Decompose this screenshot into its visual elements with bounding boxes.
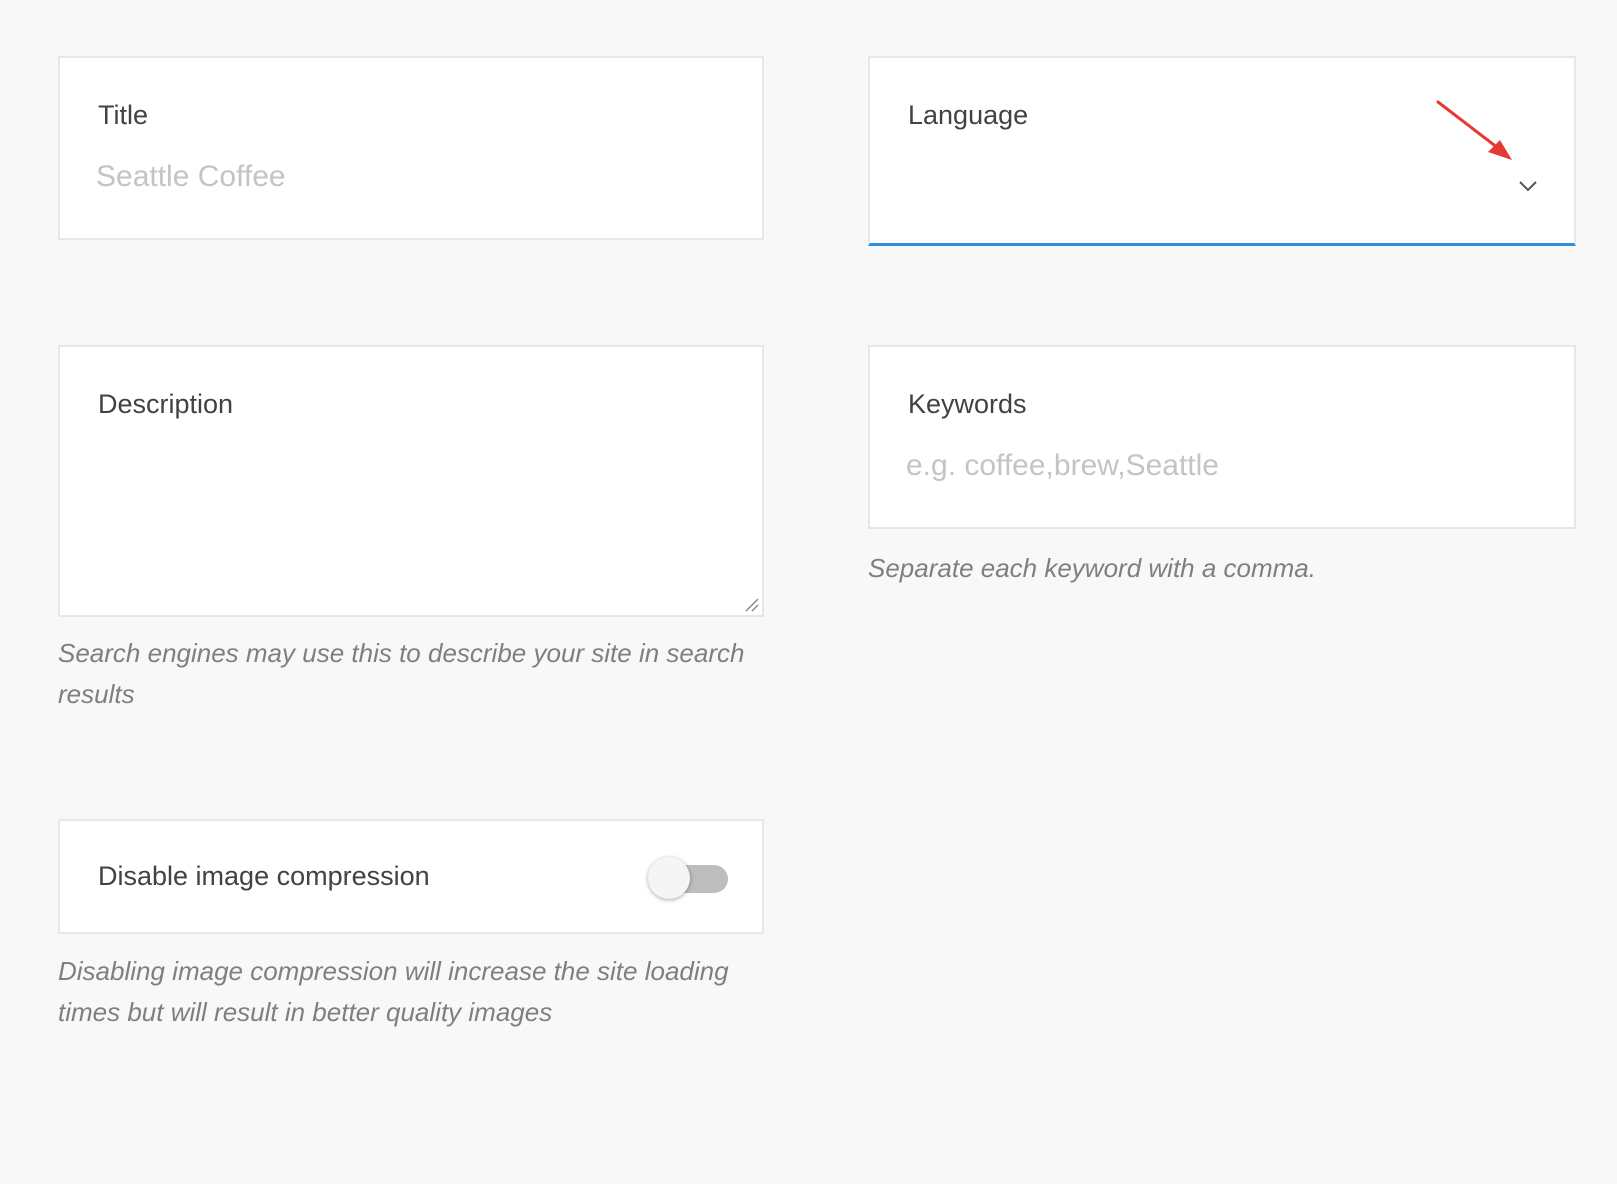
keywords-help-text: Separate each keyword with a comma. (868, 553, 1316, 583)
description-field-card: Description (58, 345, 764, 617)
title-field-card: Title (58, 56, 764, 240)
toggle-knob (648, 857, 690, 899)
image-compression-card: Disable image compression (58, 819, 764, 934)
keywords-label: Keywords (908, 389, 1027, 419)
image-compression-label: Disable image compression (98, 861, 430, 891)
image-compression-toggle[interactable] (648, 857, 730, 899)
title-input[interactable] (96, 160, 716, 194)
language-label: Language (908, 100, 1029, 130)
keywords-field-card: Keywords (868, 345, 1576, 529)
resize-handle-icon[interactable] (740, 593, 760, 613)
language-select[interactable]: Language (868, 56, 1576, 246)
chevron-down-icon[interactable] (1516, 174, 1540, 198)
image-compression-help-text: Disabling image compression will increas… (58, 956, 729, 1027)
title-label: Title (98, 100, 149, 130)
description-textarea[interactable] (96, 437, 716, 587)
keywords-input[interactable] (906, 449, 1526, 483)
description-help-text: Search engines may use this to describe … (58, 638, 745, 709)
description-label: Description (98, 389, 234, 419)
